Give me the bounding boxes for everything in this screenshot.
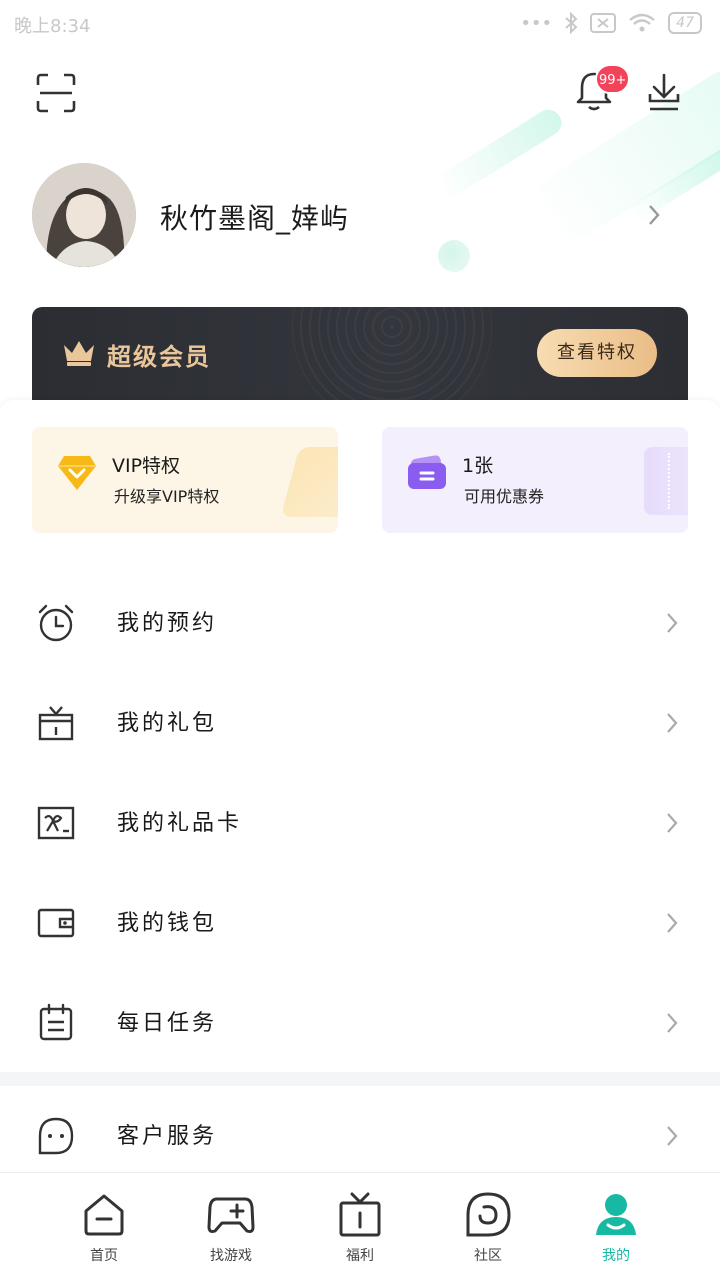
gamepad-icon xyxy=(207,1191,255,1243)
gift-card-icon xyxy=(36,803,76,843)
scan-button[interactable] xyxy=(36,73,76,113)
chevron-right-icon xyxy=(664,1124,680,1152)
menu-item-gift-cards[interactable]: 我的礼品卡 xyxy=(0,773,720,873)
home-icon xyxy=(80,1191,128,1243)
username[interactable]: 秋竹墨阁_婞屿 xyxy=(160,197,349,237)
download-button[interactable] xyxy=(646,72,682,114)
task-calendar-icon xyxy=(36,1003,76,1043)
status-icons: ••• 47 xyxy=(520,12,702,34)
coupon-icon xyxy=(406,453,448,497)
diamond-icon xyxy=(56,453,98,497)
coupon-tile[interactable]: 1张 可用优惠券 xyxy=(382,427,688,533)
menu-item-wallet[interactable]: 我的钱包 xyxy=(0,873,720,973)
nav-find-games[interactable]: 找游戏 xyxy=(167,1173,295,1281)
gift-icon xyxy=(336,1191,384,1243)
tile-decoration xyxy=(280,447,338,517)
menu-item-customer-service[interactable]: 客户服务 xyxy=(0,1086,720,1186)
chevron-right-icon xyxy=(664,611,680,639)
profile-icon xyxy=(592,1191,640,1243)
nav-label: 福利 xyxy=(346,1248,374,1264)
tile-subtitle: 升级享VIP特权 xyxy=(114,487,220,506)
nav-label: 我的 xyxy=(602,1248,630,1264)
tile-title: 1张 xyxy=(462,455,494,477)
wallet-icon xyxy=(36,903,76,943)
vip-banner[interactable]: 超级会员 查看特权 xyxy=(32,307,688,400)
customer-service-icon xyxy=(36,1116,76,1156)
status-bar: 晚上8:34 ••• 47 xyxy=(0,0,720,50)
menu-label: 我的礼包 xyxy=(117,711,218,736)
nav-benefits[interactable]: 福利 xyxy=(296,1173,424,1281)
section-divider xyxy=(0,1072,720,1086)
tile-subtitle: 可用优惠券 xyxy=(464,487,545,506)
menu-label: 每日任务 xyxy=(117,1011,218,1036)
chevron-right-icon xyxy=(664,911,680,939)
header-decoration-dot xyxy=(438,240,470,272)
vip-privilege-tile[interactable]: VIP特权 升级享VIP特权 xyxy=(32,427,338,533)
menu-label: 我的礼品卡 xyxy=(117,811,243,836)
alarm-clock-icon xyxy=(36,603,76,643)
profile-chevron-icon[interactable] xyxy=(646,203,662,231)
notification-badge: 99+ xyxy=(595,64,631,94)
bottom-nav: 首页 找游戏 福利 社区 我的 xyxy=(0,1172,720,1281)
chevron-right-icon xyxy=(664,1011,680,1039)
nav-community[interactable]: 社区 xyxy=(424,1173,552,1281)
bluetooth-icon xyxy=(565,12,578,34)
gift-box-icon xyxy=(36,703,76,743)
tile-decoration xyxy=(644,447,688,515)
view-privileges-button[interactable]: 查看特权 xyxy=(537,329,657,377)
avatar[interactable] xyxy=(32,163,136,267)
wifi-icon xyxy=(629,13,655,32)
tile-title: VIP特权 xyxy=(112,455,181,477)
battery-icon: 47 xyxy=(668,12,702,34)
dots-icon: ••• xyxy=(520,12,553,34)
chevron-right-icon xyxy=(664,811,680,839)
no-sim-icon xyxy=(590,13,617,33)
download-icon xyxy=(648,73,680,111)
scan-icon xyxy=(36,73,76,113)
menu-item-gift-packs[interactable]: 我的礼包 xyxy=(0,673,720,773)
vip-title: 超级会员 xyxy=(107,343,211,371)
menu-label: 我的预约 xyxy=(117,611,218,636)
nav-home[interactable]: 首页 xyxy=(40,1173,168,1281)
avatar-image xyxy=(32,163,136,267)
chevron-right-icon xyxy=(664,711,680,739)
status-time: 晚上8:34 xyxy=(14,16,91,37)
nav-profile[interactable]: 我的 xyxy=(552,1173,680,1281)
nav-label: 找游戏 xyxy=(210,1248,252,1264)
nav-label: 首页 xyxy=(90,1248,118,1264)
community-icon xyxy=(464,1191,512,1243)
menu-label: 我的钱包 xyxy=(117,911,218,936)
nav-label: 社区 xyxy=(474,1248,502,1264)
banner-decoration xyxy=(292,307,492,400)
menu-item-reservations[interactable]: 我的预约 xyxy=(0,573,720,673)
menu-item-daily-tasks[interactable]: 每日任务 xyxy=(0,973,720,1073)
menu-label: 客户服务 xyxy=(117,1124,218,1149)
crown-icon xyxy=(62,337,96,371)
